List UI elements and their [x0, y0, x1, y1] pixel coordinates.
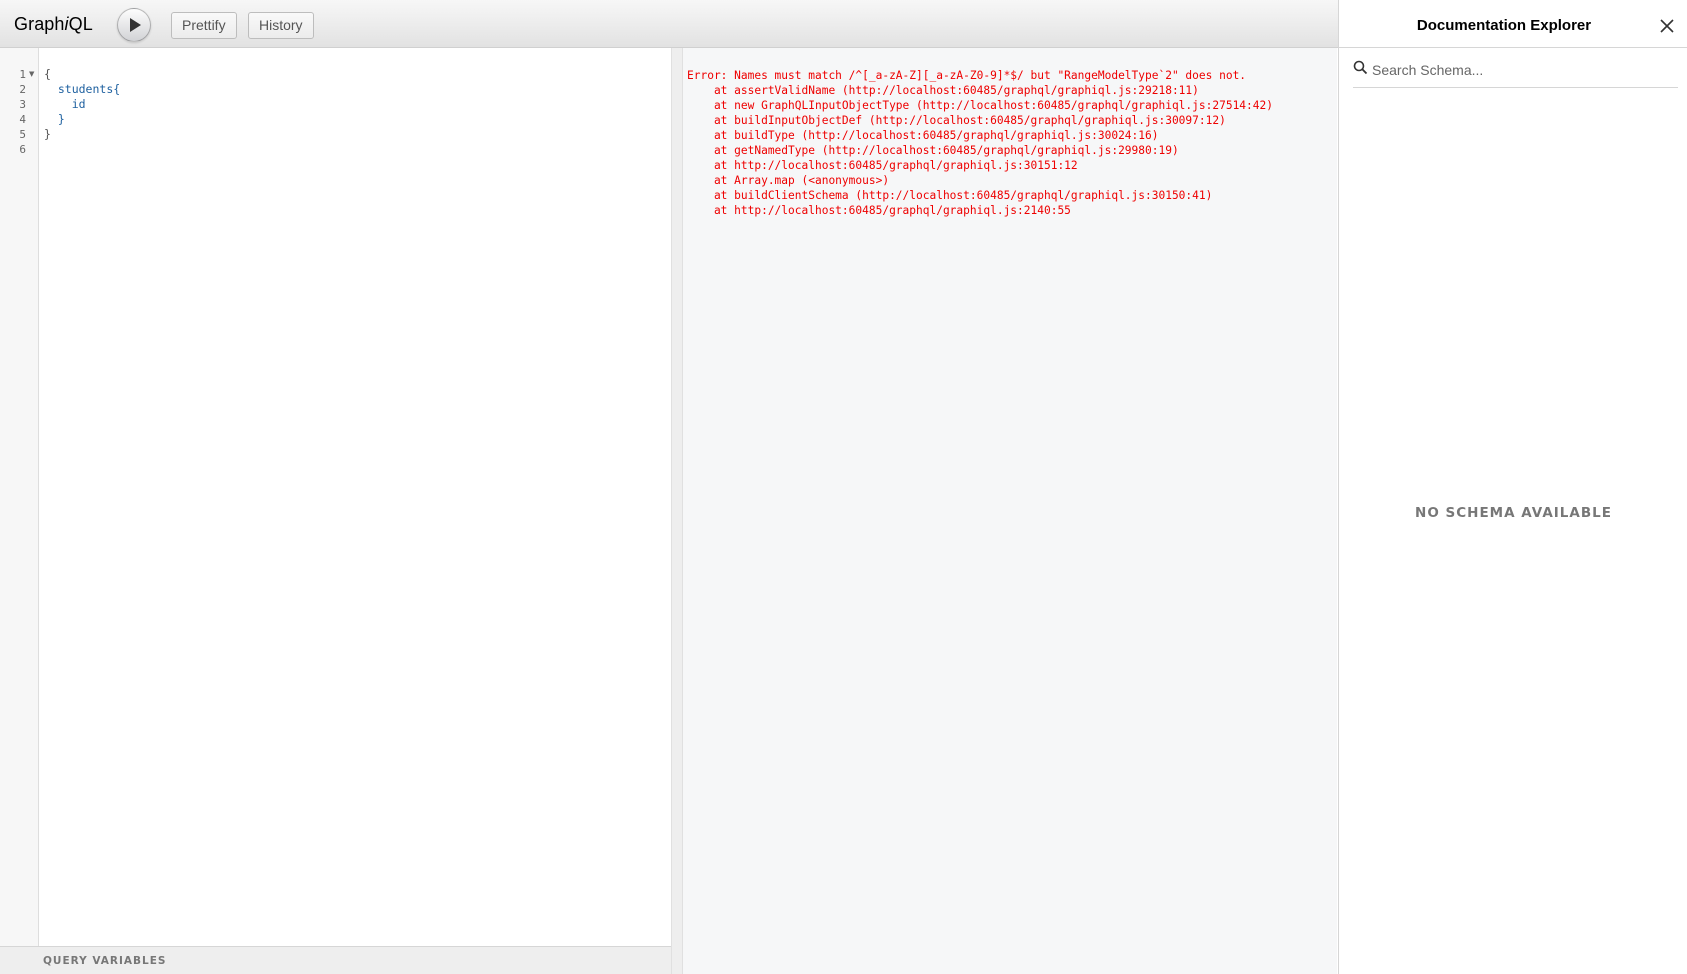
- code-line[interactable]: }: [44, 127, 51, 142]
- line-number-gutter: 1 ▼ 2 3 4 5 6: [0, 48, 39, 946]
- logo-suffix: QL: [68, 14, 93, 34]
- error-line: at new GraphQLInputObjectType (http://lo…: [687, 99, 1273, 112]
- code-line[interactable]: }: [44, 112, 65, 127]
- line-number: 1: [19, 68, 26, 81]
- error-line: at buildType (http://localhost:60485/gra…: [687, 129, 1159, 142]
- prettify-button[interactable]: Prettify: [171, 12, 237, 39]
- result-viewer: Error: Names must match /^[_a-zA-Z][_a-z…: [683, 48, 1337, 974]
- error-output: Error: Names must match /^[_a-zA-Z][_a-z…: [687, 68, 1273, 218]
- logo-prefix: Graph: [14, 14, 65, 34]
- schema-search-input[interactable]: [1372, 58, 1672, 82]
- line-number: 5: [19, 128, 26, 141]
- top-toolbar: GraphiQL Prettify History: [0, 0, 1338, 48]
- graphiql-logo: GraphiQL: [14, 14, 93, 35]
- doc-explorer-title: Documentation Explorer: [1416, 17, 1592, 34]
- error-line: at buildClientSchema (http://localhost:6…: [687, 189, 1213, 202]
- line-number: 3: [19, 98, 26, 111]
- error-line: at http://localhost:60485/graphql/graphi…: [687, 159, 1078, 172]
- documentation-explorer: Documentation Explorer NO SCHEMA AVAILAB…: [1338, 0, 1687, 974]
- error-line: at assertValidName (http://localhost:604…: [687, 84, 1199, 97]
- line-number: 6: [19, 143, 26, 156]
- code-line[interactable]: {: [44, 67, 51, 82]
- code-token: students{: [57, 82, 121, 96]
- execute-query-button[interactable]: [117, 8, 151, 42]
- query-editor[interactable]: 1 ▼ 2 3 4 5 6 { students{ id } } QUERY V…: [0, 48, 671, 974]
- query-variables-label: QUERY VARIABLES: [43, 955, 167, 967]
- fold-arrow-icon[interactable]: ▼: [29, 67, 34, 82]
- code-token: id: [71, 97, 86, 111]
- code-line[interactable]: id: [44, 97, 86, 112]
- error-line: Error: Names must match /^[_a-zA-Z][_a-z…: [687, 69, 1247, 82]
- graphiql-app: GraphiQL Prettify History 1 ▼ 2 3 4 5 6 …: [0, 0, 1687, 974]
- error-line: at Array.map (<anonymous>): [687, 174, 890, 187]
- code-token: {: [44, 67, 51, 81]
- close-icon[interactable]: [1659, 18, 1675, 34]
- history-button[interactable]: History: [248, 12, 314, 39]
- pane-resize-handle[interactable]: [671, 48, 683, 974]
- no-schema-message: NO SCHEMA AVAILABLE: [1415, 505, 1612, 521]
- schema-search-box: [1353, 56, 1678, 88]
- search-icon: [1353, 60, 1368, 75]
- code-token: }: [57, 112, 65, 126]
- error-line: at http://localhost:60485/graphql/graphi…: [687, 204, 1071, 217]
- line-number: 4: [19, 113, 26, 126]
- error-line: at buildInputObjectDef (http://localhost…: [687, 114, 1226, 127]
- query-variables-toggle[interactable]: QUERY VARIABLES: [0, 946, 671, 974]
- code-token: }: [44, 127, 51, 141]
- line-number: 2: [19, 83, 26, 96]
- play-icon: [130, 18, 141, 32]
- error-line: at getNamedType (http://localhost:60485/…: [687, 144, 1179, 157]
- doc-explorer-header: Documentation Explorer: [1339, 0, 1687, 48]
- code-line[interactable]: students{: [44, 82, 120, 97]
